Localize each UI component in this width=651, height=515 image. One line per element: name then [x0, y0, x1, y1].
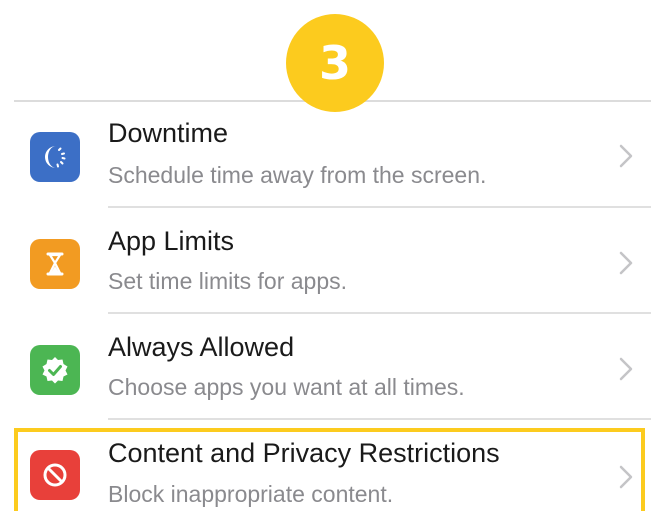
chevron-right-icon — [619, 251, 633, 275]
settings-row-title: App Limits — [108, 226, 235, 256]
settings-row-subtitle: Set time limits for apps. — [108, 268, 348, 294]
settings-row-title: Downtime — [108, 118, 229, 148]
settings-row-title: Content and Privacy Restrictions — [108, 438, 500, 468]
settings-row-downtime[interactable]: Downtime Schedule time away from the scr… — [14, 102, 651, 208]
no-entry-icon — [30, 450, 80, 500]
step-number-badge: 3 — [286, 14, 384, 112]
settings-row-title: Always Allowed — [108, 332, 295, 362]
chevron-right-icon — [619, 144, 633, 168]
chevron-right-icon — [619, 357, 633, 381]
settings-row-app-limits[interactable]: App Limits Set time limits for apps. — [14, 208, 651, 314]
settings-row-subtitle: Choose apps you want at all times. — [108, 374, 465, 400]
screen-time-settings: 3 Downtime Schedule time away from the s… — [0, 0, 651, 515]
hourglass-icon — [30, 239, 80, 289]
settings-row-always-allowed[interactable]: Always Allowed Choose apps you want at a… — [14, 314, 651, 420]
step-number: 3 — [318, 36, 351, 90]
settings-row-subtitle: Block inappropriate content. — [108, 481, 394, 507]
checkmark-badge-icon — [30, 345, 80, 395]
settings-row-content-privacy-restrictions[interactable]: Content and Privacy Restrictions Block i… — [14, 420, 651, 515]
chevron-right-icon — [619, 465, 633, 489]
downtime-moon-icon — [30, 132, 80, 182]
settings-row-subtitle: Schedule time away from the screen. — [108, 162, 487, 188]
